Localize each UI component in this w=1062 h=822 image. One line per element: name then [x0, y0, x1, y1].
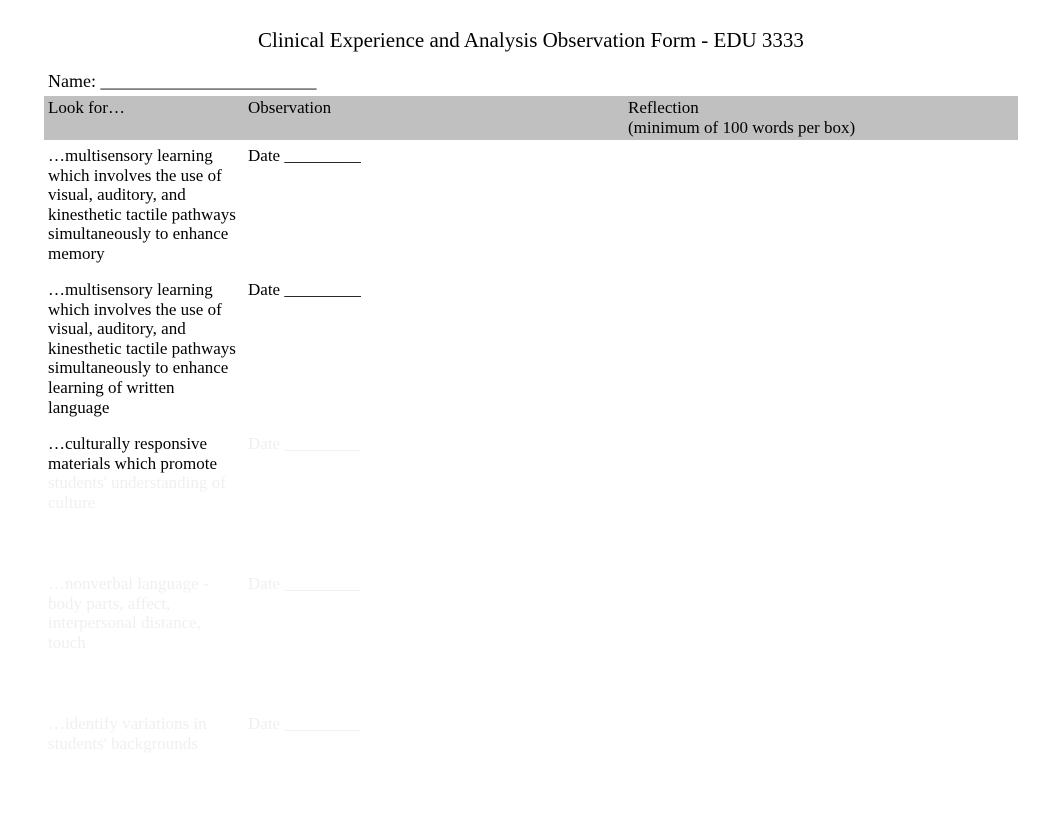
table-row: …nonverbal language - body parts, affect… — [44, 568, 1018, 708]
lookfor-cell: …nonverbal language - body parts, affect… — [44, 568, 244, 708]
reflection-cell — [624, 568, 1018, 708]
observation-cell: Date _________ — [244, 140, 624, 274]
observation-cell: Date _________ — [244, 568, 624, 708]
table-header-row: Look for… Observation Reflection (minimu… — [44, 96, 1018, 140]
reflection-cell — [624, 140, 1018, 274]
lookfor-cell: …identify variations in students' backgr… — [44, 708, 244, 764]
table-row: …culturally responsive materials which p… — [44, 428, 1018, 568]
lookfor-cell: …multisensory learning which involves th… — [44, 140, 244, 274]
observation-cell: Date _________ — [244, 708, 624, 764]
table-row: …multisensory learning which involves th… — [44, 274, 1018, 428]
header-lookfor: Look for… — [44, 96, 244, 140]
lookfor-visible: …culturally responsive materials which p… — [48, 434, 217, 473]
lookfor-cell: …multisensory learning which involves th… — [44, 274, 244, 428]
page-title: Clinical Experience and Analysis Observa… — [0, 0, 1062, 71]
name-field-label: Name: ________________________ — [0, 71, 1062, 96]
table-row: …identify variations in students' backgr… — [44, 708, 1018, 764]
observation-table: Look for… Observation Reflection (minimu… — [44, 96, 1018, 764]
header-reflection-line1: Reflection — [628, 98, 699, 117]
lookfor-faded: students' understanding of culture — [48, 473, 226, 512]
reflection-cell — [624, 708, 1018, 764]
header-reflection: Reflection (minimum of 100 words per box… — [624, 96, 1018, 140]
header-observation: Observation — [244, 96, 624, 140]
table-row: …multisensory learning which involves th… — [44, 140, 1018, 274]
observation-cell: Date _________ — [244, 428, 624, 568]
lookfor-cell: …culturally responsive materials which p… — [44, 428, 244, 568]
date-faded: Date _________ — [248, 434, 361, 453]
reflection-cell — [624, 274, 1018, 428]
observation-cell: Date _________ — [244, 274, 624, 428]
reflection-cell — [624, 428, 1018, 568]
header-reflection-line2: (minimum of 100 words per box) — [628, 118, 1014, 138]
